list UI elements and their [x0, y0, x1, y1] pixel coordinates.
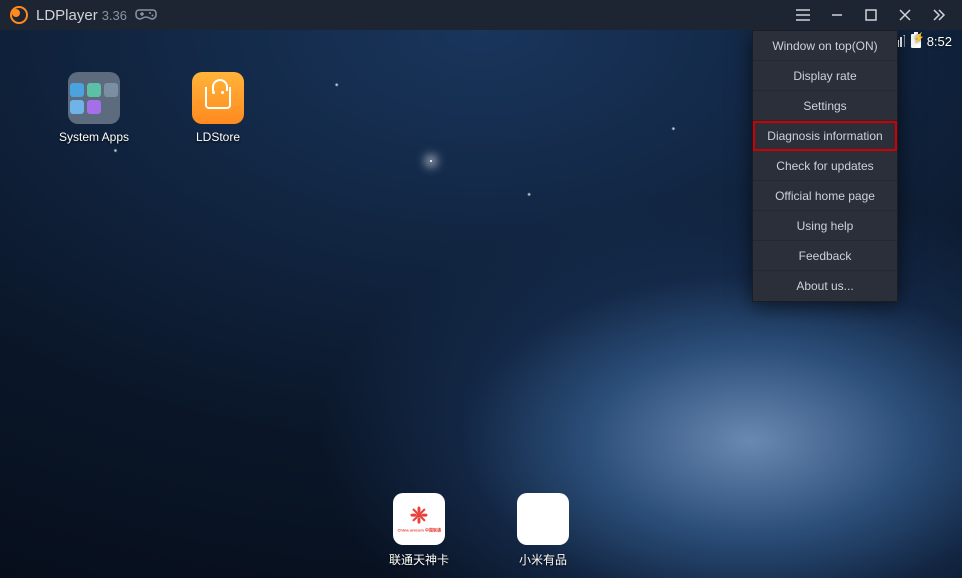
- menu-item-diagnosis-information[interactable]: Diagnosis information: [753, 121, 897, 151]
- unicom-icon: ❈ China unicom 中国联通: [393, 493, 445, 545]
- menu-item-feedback[interactable]: Feedback: [753, 241, 897, 271]
- app-version: 3.36: [102, 8, 127, 23]
- titlebar: LDPlayer 3.36: [0, 0, 962, 30]
- expand-sidebar-button[interactable]: [922, 0, 956, 30]
- ldplayer-logo-icon: [10, 6, 28, 24]
- app-icon-youpin[interactable]: 有品 小米有品: [509, 493, 577, 568]
- hamburger-menu-button[interactable]: [786, 0, 820, 30]
- ldstore-icon: [192, 72, 244, 124]
- app-icon-unicom[interactable]: ❈ China unicom 中国联通 联通天神卡: [385, 493, 453, 568]
- menu-item-window-on-top[interactable]: Window on top(ON): [753, 31, 897, 61]
- app-label: System Apps: [59, 130, 129, 144]
- controller-icon: [135, 8, 157, 22]
- app-label: LDStore: [196, 130, 240, 144]
- dock-icons-row: ❈ China unicom 中国联通 联通天神卡 有品 小米有品: [385, 493, 577, 568]
- youpin-icon: 有品: [517, 493, 569, 545]
- app-label: 小米有品: [519, 551, 567, 568]
- desktop-icons-row: System Apps LDStore: [60, 72, 252, 144]
- app-label: 联通天神卡: [389, 551, 449, 568]
- battery-charging-icon: [911, 34, 921, 48]
- maximize-button[interactable]: [854, 0, 888, 30]
- minimize-button[interactable]: [820, 0, 854, 30]
- app-icon-ldstore[interactable]: LDStore: [184, 72, 252, 144]
- app-name: LDPlayer: [36, 7, 98, 24]
- app-icon-system-apps[interactable]: System Apps: [60, 72, 128, 144]
- menu-item-settings[interactable]: Settings: [753, 91, 897, 121]
- menu-item-official-home[interactable]: Official home page: [753, 181, 897, 211]
- menu-item-using-help[interactable]: Using help: [753, 211, 897, 241]
- menu-item-about[interactable]: About us...: [753, 271, 897, 301]
- emulator-viewport: 8:52 System Apps LDStore ❈ China unicom …: [0, 30, 962, 578]
- close-button[interactable]: [888, 0, 922, 30]
- menu-item-check-updates[interactable]: Check for updates: [753, 151, 897, 181]
- status-time: 8:52: [927, 34, 952, 49]
- folder-icon: [68, 72, 120, 124]
- menu-item-display-rate[interactable]: Display rate: [753, 61, 897, 91]
- settings-dropdown-menu: Window on top(ON) Display rate Settings …: [752, 30, 898, 302]
